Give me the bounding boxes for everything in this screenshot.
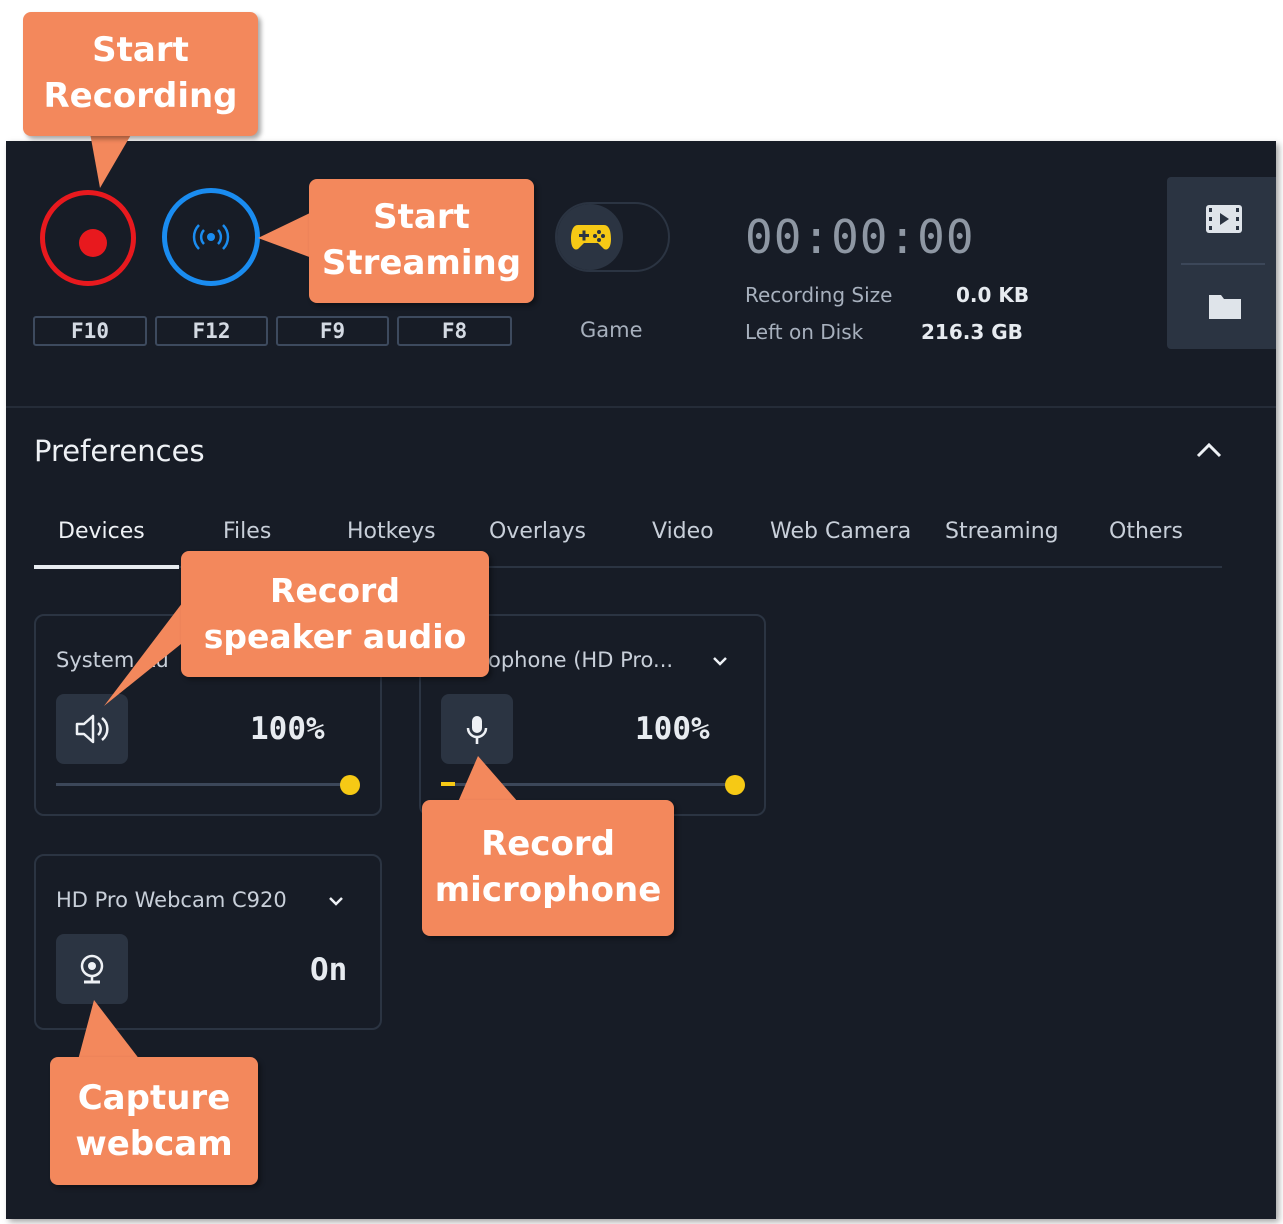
callout-record-microphone-line2: microphone bbox=[434, 870, 662, 910]
callout-start-streaming-line1: Start bbox=[373, 197, 470, 237]
record-speaker-pointer bbox=[104, 598, 186, 706]
start-streaming-pointer bbox=[258, 212, 312, 258]
callout-capture-webcam: Capture webcam bbox=[50, 1057, 258, 1185]
callout-capture-webcam-line2: webcam bbox=[75, 1124, 233, 1164]
callout-record-speaker-line2: speaker audio bbox=[203, 617, 467, 656]
callout-start-streaming-line2: Streaming bbox=[321, 243, 522, 283]
callout-record-speaker-line1: Record bbox=[270, 571, 400, 610]
callout-start-streaming: Start Streaming bbox=[309, 179, 534, 303]
capture-webcam-pointer bbox=[78, 1000, 140, 1060]
record-microphone-pointer bbox=[458, 756, 518, 802]
start-recording-pointer bbox=[90, 133, 132, 188]
callout-start-recording-line1: Start bbox=[92, 30, 189, 70]
callout-record-microphone: Record microphone bbox=[422, 800, 674, 936]
callout-record-microphone-line1: Record bbox=[481, 824, 615, 864]
callout-record-speaker-audio: Record speaker audio bbox=[181, 551, 489, 677]
callout-start-recording-line2: Recording bbox=[43, 76, 238, 116]
callout-capture-webcam-line1: Capture bbox=[77, 1078, 231, 1118]
callout-start-recording: Start Recording bbox=[23, 12, 258, 136]
